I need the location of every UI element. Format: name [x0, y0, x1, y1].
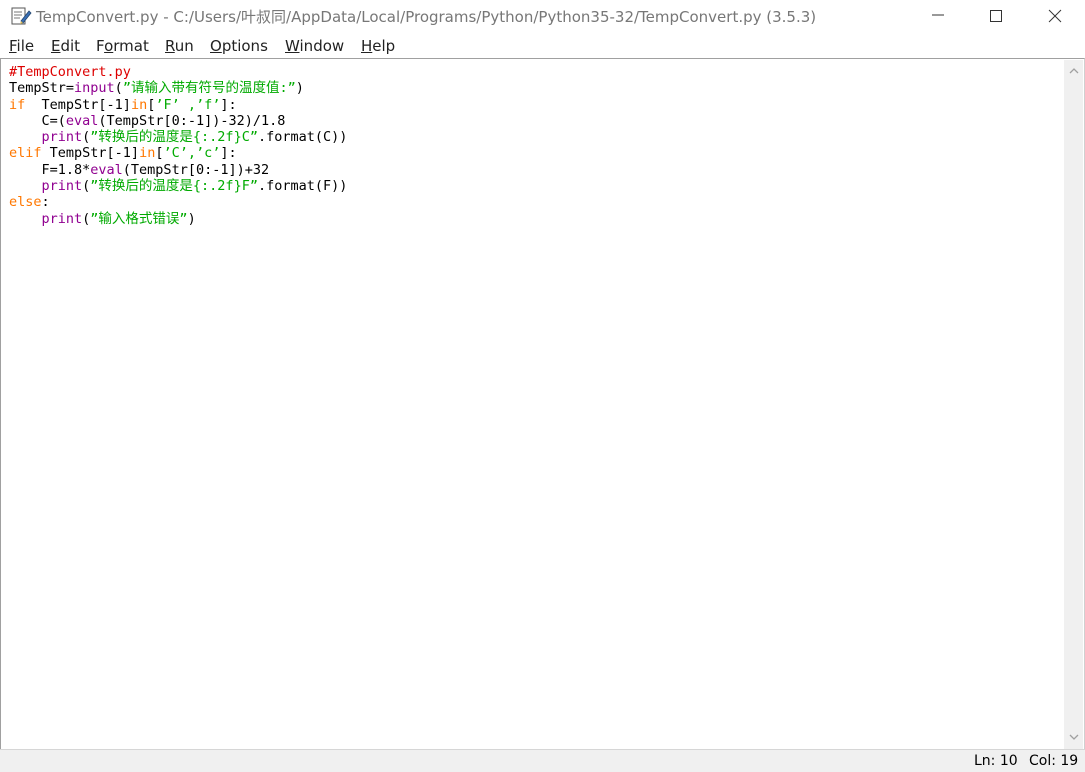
code-token: print	[41, 178, 83, 195]
code-token: eval	[90, 161, 123, 178]
code-token: in	[139, 145, 156, 162]
code-token: )	[295, 80, 304, 97]
scroll-down-arrow-icon[interactable]	[1069, 733, 1079, 741]
code-line: elif TempStr[-1]in[’C’,’c’]:	[9, 145, 347, 161]
code-token: C=(	[9, 112, 66, 129]
menu-options[interactable]: Options	[210, 37, 268, 55]
scroll-up-arrow-icon[interactable]	[1069, 67, 1079, 75]
code-line: TempStr=input(”请输入带有符号的温度值:”)	[9, 80, 347, 96]
code-token: )	[187, 210, 196, 227]
code-token: eval	[65, 112, 99, 129]
code-line: F=1.8*eval(TempStr[0:-1])+32	[9, 162, 347, 178]
menu-window[interactable]: Window	[285, 37, 344, 55]
menu-file[interactable]: File	[9, 37, 34, 55]
maximize-button[interactable]	[967, 0, 1025, 32]
title-bar: TempConvert.py - C:/Users/叶叔同/AppData/Lo…	[0, 0, 1085, 32]
column-number-status: Col: 19	[1029, 753, 1079, 769]
code-line: if TempStr[-1]in[’F’ ,’f’]:	[9, 97, 347, 113]
menu-format[interactable]: Format	[96, 37, 149, 55]
code-token: print	[41, 129, 83, 146]
menu-run[interactable]: Run	[165, 37, 194, 55]
code-token: ’C’,’c’	[163, 145, 221, 162]
code-token: ’F’ ,’f’	[155, 96, 221, 113]
code-line: print(”转换后的温度是{:.2f}F”.format(F))	[9, 178, 348, 195]
code-line: C=(eval(TempStr[0:-1])-32)/1.8	[9, 113, 347, 129]
window-title: TempConvert.py - C:/Users/叶叔同/AppData/Lo…	[36, 8, 817, 26]
code-text[interactable]: #TempConvert.py TempStr=input(”请输入带有符号的温度…	[9, 64, 347, 227]
menu-edit[interactable]: Edit	[51, 37, 80, 55]
code-line: else:	[9, 194, 347, 210]
code-token: ]:	[220, 145, 237, 162]
code-token: :	[41, 194, 50, 211]
code-token: if	[9, 96, 26, 113]
code-token: ]:	[220, 96, 237, 113]
code-token: .format(C))	[257, 129, 348, 146]
code-token: input	[74, 80, 115, 97]
code-token: ”转换后的温度是{:.2f}F”	[90, 178, 258, 195]
code-token: elif	[9, 145, 42, 162]
close-button[interactable]	[1026, 0, 1084, 32]
maximize-icon	[990, 10, 1002, 22]
code-token: #TempConvert.py	[9, 64, 131, 80]
code-line: print(”输入格式错误”)	[9, 211, 347, 227]
code-token: TempStr[-1]	[41, 145, 140, 162]
code-token: in	[130, 96, 148, 113]
code-token: print	[41, 210, 83, 227]
code-token: ”输入格式错误”	[90, 210, 188, 227]
code-token: (TempStr[0:-1])-32)/1.8	[98, 112, 286, 129]
code-token: ”请输入带有符号的温度值:”	[122, 80, 296, 97]
code-token: .format(F))	[257, 178, 348, 195]
minimize-icon	[932, 14, 944, 16]
idle-app-icon[interactable]	[10, 6, 32, 26]
vertical-scrollbar[interactable]	[1064, 60, 1083, 749]
minimize-button[interactable]	[909, 0, 967, 32]
menu-bar: File Edit Format Run Options Window Help	[0, 32, 1085, 58]
code-token: (TempStr[0:-1])+32	[122, 161, 270, 178]
code-token: (	[114, 80, 123, 97]
code-token: TempStr=	[9, 80, 75, 97]
menu-help[interactable]: Help	[361, 37, 395, 55]
code-token: TempStr[-1]	[25, 96, 131, 113]
code-token: F=1.8*	[9, 161, 91, 178]
code-token: else	[9, 194, 42, 211]
status-bar: Ln: 10 Col: 19	[0, 749, 1085, 772]
code-token: ”转换后的温度是{:.2f}C”	[90, 129, 258, 146]
code-line: #TempConvert.py	[9, 64, 347, 80]
code-line: print(”转换后的温度是{:.2f}C”.format(C))	[9, 129, 348, 146]
line-number-status: Ln: 10	[974, 753, 1018, 769]
close-icon	[1048, 9, 1062, 23]
code-editor[interactable]: #TempConvert.py TempStr=input(”请输入带有符号的温度…	[0, 58, 1085, 750]
